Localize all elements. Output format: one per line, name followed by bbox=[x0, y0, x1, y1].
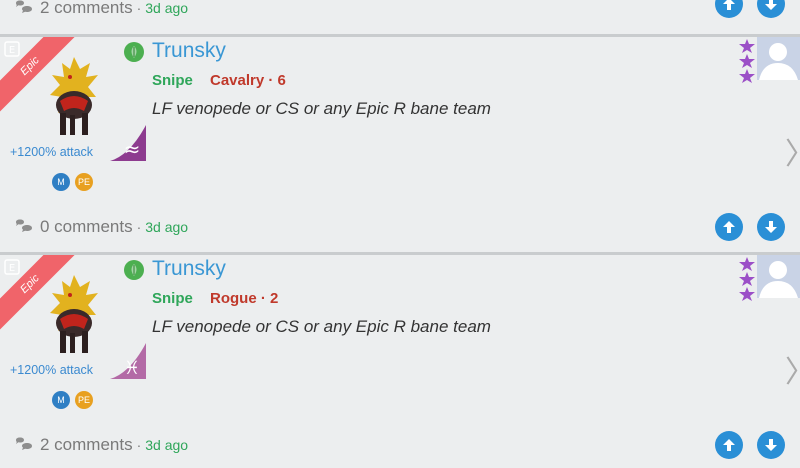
svg-text:♓: ♓ bbox=[124, 358, 140, 379]
user-silhouette-icon bbox=[759, 261, 798, 298]
pill-pe: PE bbox=[75, 391, 93, 409]
role-label: Snipe bbox=[152, 290, 193, 307]
pill-pe: PE bbox=[75, 173, 93, 191]
comments-count[interactable]: 2 comments bbox=[40, 0, 133, 18]
comments-row[interactable]: 0 comments · 3d ago bbox=[14, 213, 188, 241]
upvote-button[interactable] bbox=[715, 0, 743, 18]
separator-dot: · bbox=[136, 0, 142, 16]
comments-count[interactable]: 0 comments bbox=[40, 217, 133, 237]
chevron-right-icon[interactable]: 〉 bbox=[785, 347, 800, 391]
arrow-up-icon bbox=[723, 221, 735, 233]
post-card[interactable]: Epic E ≈ +1200% attack M PE Trunsky Snip… bbox=[0, 34, 800, 250]
class-label: Cavalry · 6 bbox=[210, 72, 286, 89]
pill-m: M bbox=[52, 391, 70, 409]
previous-post-footer: 2 comments · 3d ago bbox=[0, 0, 800, 20]
rarity-stars-icon bbox=[739, 39, 755, 83]
element-badge: ≈ bbox=[110, 125, 146, 161]
username[interactable]: Trunsky bbox=[152, 257, 226, 281]
svg-text:E: E bbox=[9, 263, 15, 274]
comment-bubbles-icon bbox=[16, 0, 32, 13]
post-message: LF venopede or CS or any Epic R bane tea… bbox=[152, 317, 491, 336]
upvote-button[interactable] bbox=[715, 431, 743, 459]
post-message: LF venopede or CS or any Epic R bane tea… bbox=[152, 99, 491, 118]
downvote-button[interactable] bbox=[757, 0, 785, 18]
svg-text:E: E bbox=[9, 45, 15, 56]
comment-bubbles-icon bbox=[16, 219, 32, 232]
rarity-stars-icon bbox=[739, 257, 755, 301]
user-silhouette-icon bbox=[759, 43, 798, 80]
post-age: 3d ago bbox=[145, 437, 189, 453]
post-age: 3d ago bbox=[145, 219, 189, 235]
separator-dot: · bbox=[136, 437, 142, 453]
svg-text:≈: ≈ bbox=[124, 137, 141, 161]
arrow-down-icon bbox=[765, 221, 777, 233]
comments-count[interactable]: 2 comments bbox=[40, 435, 133, 455]
comments-row[interactable]: 2 comments · 3d ago bbox=[14, 431, 188, 459]
post-age: 3d ago bbox=[145, 0, 189, 16]
upvote-button[interactable] bbox=[715, 213, 743, 241]
avatar[interactable] bbox=[757, 255, 800, 298]
arrow-down-icon bbox=[765, 439, 777, 451]
avatar[interactable] bbox=[757, 37, 800, 80]
element-badge: ♓ bbox=[110, 343, 146, 379]
class-label: Rogue · 2 bbox=[210, 290, 279, 307]
comment-bubbles-icon bbox=[16, 437, 32, 450]
leaf-icon bbox=[124, 42, 144, 62]
chevron-right-icon[interactable]: 〉 bbox=[785, 129, 800, 173]
creature-image bbox=[50, 57, 98, 135]
arrow-up-icon bbox=[723, 0, 735, 10]
arrow-down-icon bbox=[765, 0, 777, 10]
username[interactable]: Trunsky bbox=[152, 39, 226, 63]
role-label: Snipe bbox=[152, 72, 193, 89]
pill-m: M bbox=[52, 173, 70, 191]
arrow-up-icon bbox=[723, 439, 735, 451]
event-badge-icon: E bbox=[4, 41, 20, 57]
comments-row[interactable]: 2 comments · 3d ago bbox=[14, 0, 188, 22]
downvote-button[interactable] bbox=[757, 431, 785, 459]
post-card[interactable]: Epic E ♓ +1200% attack M PE Trunsky Snip… bbox=[0, 252, 800, 468]
attack-bonus: +1200% attack bbox=[10, 363, 94, 377]
separator-dot: · bbox=[136, 219, 142, 235]
creature-image bbox=[50, 275, 98, 353]
attack-bonus: +1200% attack bbox=[10, 145, 94, 159]
downvote-button[interactable] bbox=[757, 213, 785, 241]
leaf-icon bbox=[124, 260, 144, 280]
event-badge-icon: E bbox=[4, 259, 20, 275]
